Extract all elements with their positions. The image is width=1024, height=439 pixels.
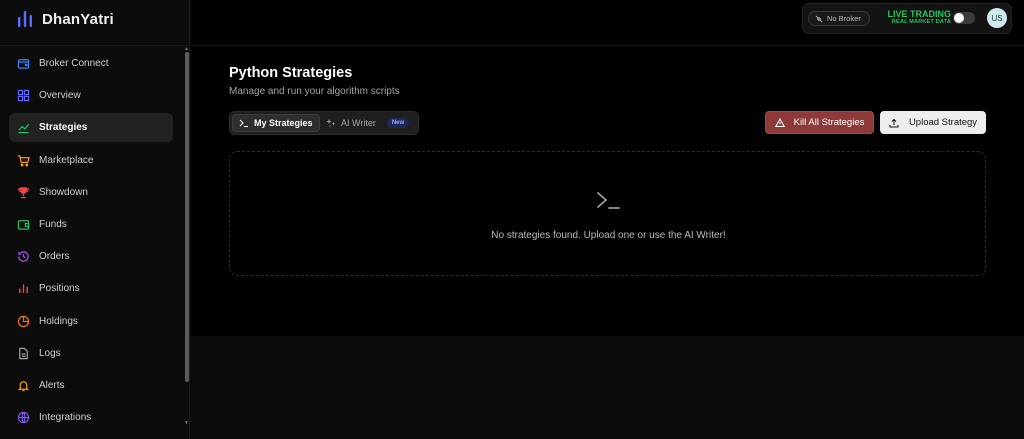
brand[interactable]: DhanYatri	[16, 8, 114, 30]
sidebar-item-broker-connect[interactable]: Broker Connect	[9, 49, 173, 78]
strategy-tabs: My Strategies AI Writer New	[229, 111, 419, 135]
warning-icon	[774, 117, 785, 127]
sidebar-item-label: Holdings	[39, 315, 78, 327]
empty-state-panel: No strategies found. Upload one or use t…	[229, 151, 986, 276]
sidebar-item-label: Overview	[39, 90, 81, 102]
live-trading-indicator: LIVE TRADING REAL MARKET DATA	[881, 9, 951, 26]
sidebar-item-label: Strategies	[39, 122, 88, 134]
upload-icon	[889, 118, 899, 127]
sidebar-item-overview[interactable]: Overview	[9, 81, 173, 110]
sidebar-item-marketplace[interactable]: Marketplace	[9, 146, 173, 175]
sparkles-icon	[326, 119, 336, 128]
broker-status-label: No Broker	[827, 14, 861, 23]
sidebar-item-label: Logs	[39, 347, 61, 359]
unplugged-icon	[815, 15, 823, 22]
sidebar-item-logs[interactable]: Logs	[9, 339, 173, 368]
sidebar-item-alerts[interactable]: Alerts	[9, 371, 173, 400]
bell-icon	[17, 379, 30, 392]
sidebar-item-showdown[interactable]: Showdown	[9, 178, 173, 207]
terminal-icon	[597, 192, 620, 209]
grid-icon	[17, 89, 30, 102]
brand-name: DhanYatri	[42, 10, 114, 28]
live-trading-subtitle: REAL MARKET DATA	[891, 19, 951, 25]
sidebar-item-label: Positions	[39, 283, 80, 295]
sidebar-item-holdings[interactable]: Holdings	[9, 307, 173, 336]
page-subtitle: Manage and run your algorithm scripts	[229, 86, 400, 97]
trophy-icon	[17, 186, 30, 199]
sidebar-nav: Broker Connect Overview Strategies Marke…	[9, 49, 173, 435]
sidebar-item-label: Alerts	[39, 379, 65, 391]
sidebar-item-funds[interactable]: Funds	[9, 210, 173, 239]
upload-strategy-button[interactable]: Upload Strategy	[880, 111, 986, 134]
logo-bars-icon	[18, 11, 32, 27]
scroll-down-arrow-icon[interactable]: ▼	[184, 420, 190, 426]
new-badge: New	[386, 118, 410, 128]
tab-label: AI Writer	[341, 118, 376, 128]
terminal-icon	[239, 119, 248, 128]
cart-icon	[17, 154, 30, 167]
tab-my-strategies[interactable]: My Strategies	[232, 114, 320, 132]
avatar[interactable]: US	[987, 8, 1007, 28]
upload-button-label: Upload Strategy	[908, 117, 978, 128]
live-trading-toggle[interactable]	[953, 12, 975, 24]
bar-chart-icon	[17, 282, 30, 295]
sidebar-item-label: Funds	[39, 218, 67, 230]
sidebar-item-integrations[interactable]: Integrations	[9, 403, 173, 432]
wallet-icon	[17, 57, 30, 70]
header-divider	[191, 45, 1024, 46]
app-root: DhanYatri Broker Connect Overview Strate…	[0, 0, 1024, 439]
broker-status-pill[interactable]: No Broker	[808, 11, 870, 26]
history-icon	[17, 250, 30, 263]
wallet-icon	[17, 218, 30, 231]
sidebar: DhanYatri Broker Connect Overview Strate…	[0, 0, 190, 439]
kill-button-label: Kill All Strategies	[793, 117, 865, 128]
tab-label: My Strategies	[254, 118, 313, 128]
sidebar-divider	[0, 45, 190, 46]
globe-icon	[17, 411, 30, 424]
sidebar-scrollbar[interactable]	[185, 52, 189, 382]
page-title: Python Strategies	[229, 65, 353, 81]
toggle-knob	[954, 13, 964, 23]
empty-state-message: No strategies found. Upload one or use t…	[491, 230, 726, 241]
tab-ai-writer[interactable]: AI Writer New	[320, 114, 415, 132]
sidebar-item-label: Marketplace	[39, 154, 94, 166]
sidebar-item-label: Integrations	[39, 412, 92, 424]
sidebar-item-orders[interactable]: Orders	[9, 242, 173, 271]
sidebar-item-label: Showdown	[39, 186, 88, 198]
sidebar-item-label: Broker Connect	[39, 58, 109, 69]
status-bar: No Broker LIVE TRADING REAL MARKET DATA …	[802, 3, 1012, 34]
file-icon	[17, 347, 30, 360]
kill-all-strategies-button[interactable]: Kill All Strategies	[765, 111, 874, 134]
sidebar-item-strategies[interactable]: Strategies	[9, 113, 173, 143]
pie-icon	[17, 315, 30, 328]
sidebar-item-label: Orders	[39, 251, 70, 263]
live-trading-title: LIVE TRADING	[887, 9, 951, 19]
trend-icon	[17, 121, 30, 134]
sidebar-item-positions[interactable]: Positions	[9, 274, 173, 303]
